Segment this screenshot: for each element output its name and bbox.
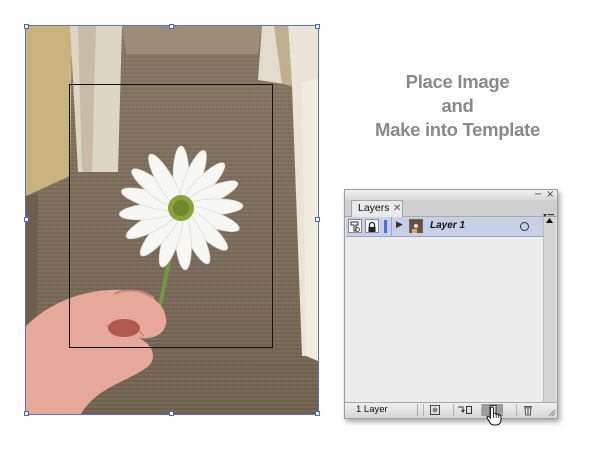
tab-layers-label: Layers [358, 202, 390, 214]
template-icon [350, 221, 360, 232]
delete-layer-button[interactable] [516, 404, 538, 416]
target-circle-icon[interactable] [520, 222, 529, 231]
layers-list[interactable]: ▶ Layer 1 [346, 217, 543, 404]
caption-line-3: Make into Template [375, 119, 540, 140]
selection-handle-bottom[interactable] [169, 411, 174, 416]
selection-handle-bottom-right[interactable] [315, 411, 320, 416]
tab-close-icon[interactable]: ✕ [393, 201, 401, 216]
tab-layers[interactable]: Layers ✕ [351, 200, 403, 217]
new-sublayer-icon [457, 406, 472, 414]
caption-line-1: Place Image [405, 71, 510, 92]
layers-panel: − × Layers ✕ ▶ Layer 1 1 Layer [344, 189, 558, 419]
selection-handle-top[interactable] [169, 24, 174, 29]
selection-handle-right[interactable] [315, 217, 320, 222]
clipping-mask-icon [429, 405, 440, 415]
panel-tab-row: Layers ✕ [345, 200, 557, 222]
close-panel-icon[interactable]: × [546, 190, 554, 200]
panel-titlebar[interactable]: − × [345, 190, 557, 200]
selection-handle-bottom-left[interactable] [24, 411, 29, 416]
caption-line-2: and [441, 95, 474, 116]
thumbnail-image [410, 221, 422, 233]
template-outline [69, 84, 273, 348]
create-sublayer-button[interactable] [453, 404, 475, 416]
layer-color-swatch [384, 220, 387, 233]
status-divider [417, 404, 418, 416]
selection-handle-left[interactable] [24, 217, 29, 222]
layers-scrollbar[interactable] [543, 217, 556, 404]
layer-count-status: 1 Layer [356, 404, 388, 415]
layer-thumbnail [409, 219, 423, 233]
make-clipping-mask-button[interactable] [423, 404, 445, 416]
instruction-caption: Place Image and Make into Template [355, 70, 560, 142]
scroll-up-icon[interactable] [544, 216, 555, 224]
minimize-icon[interactable]: − [534, 190, 542, 200]
selection-handle-top-right[interactable] [315, 24, 320, 29]
lock-toggle[interactable] [365, 219, 379, 233]
placed-image[interactable] [25, 25, 319, 415]
layer-row[interactable]: ▶ Layer 1 [346, 217, 543, 237]
trash-icon [523, 406, 532, 416]
pointer-hand-icon [486, 406, 502, 426]
resize-grip-icon[interactable] [547, 408, 556, 417]
panel-bottom-bar: 1 Layer [345, 402, 557, 418]
column-divider [391, 217, 392, 236]
expand-arrow-icon[interactable]: ▶ [396, 220, 403, 230]
lock-icon [368, 221, 376, 232]
selection-handle-top-left[interactable] [24, 24, 29, 29]
layer-name[interactable]: Layer 1 [430, 220, 465, 231]
template-visibility-toggle[interactable] [348, 219, 362, 233]
